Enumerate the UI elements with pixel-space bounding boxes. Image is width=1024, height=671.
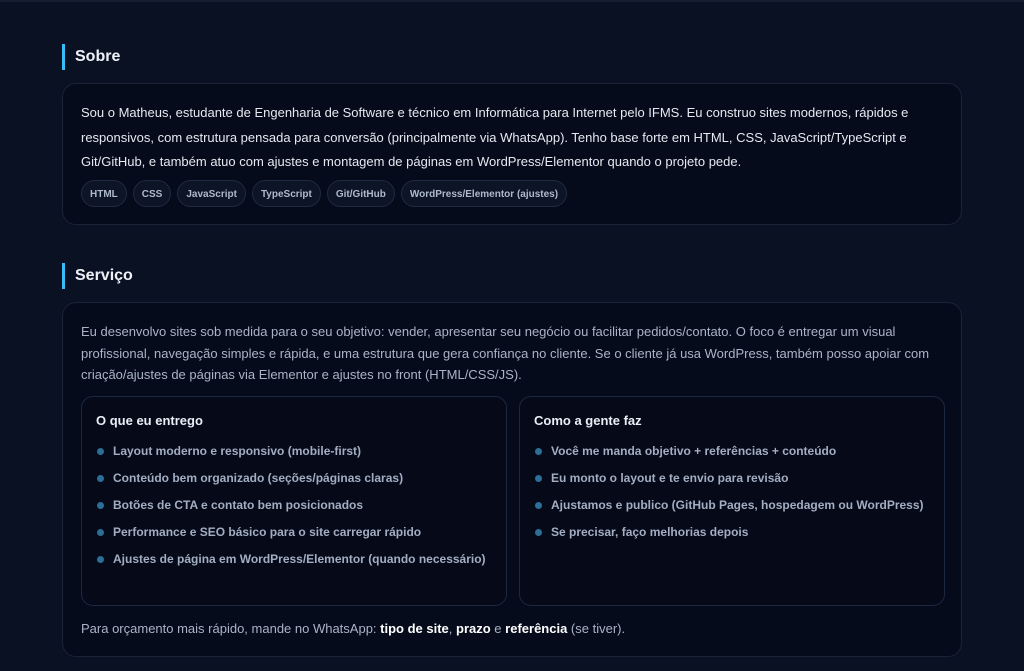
process-title: Como a gente faz (534, 413, 642, 428)
list-item-label: Ajustamos e publico (GitHub Pages, hospe… (551, 498, 924, 512)
list-item-label: Conteúdo bem organizado (seções/páginas … (113, 471, 404, 485)
list-item: Se precisar, faço melhorias depois (534, 523, 924, 542)
tag-css: CSS (132, 180, 172, 207)
note-prefix: Para orçamento mais rápido, mande no Wha… (81, 621, 381, 636)
tag-git-github: Git/GitHub (326, 180, 395, 207)
section-title-about: Sobre (62, 44, 120, 70)
service-card: Eu desenvolvo sites sob medida para o se… (62, 302, 962, 657)
bullet-icon (535, 529, 542, 536)
tag-typescript: TypeScript (251, 180, 321, 207)
list-item: Ajustes de página em WordPress/Elementor… (96, 550, 486, 569)
list-item-label: Se precisar, faço melhorias depois (551, 525, 749, 539)
list-item-label: Botões de CTA e contato bem posicionados (113, 498, 364, 512)
bullet-icon (97, 556, 104, 563)
list-item-label: Ajustes de página em WordPress/Elementor… (113, 552, 486, 566)
list-item: Você me manda objetivo + referências + c… (534, 442, 924, 461)
top-divider (0, 0, 1024, 2)
bullet-icon (97, 475, 104, 482)
note-term-site-type: tipo de site (380, 621, 449, 636)
list-item: Layout moderno e responsivo (mobile-firs… (96, 442, 486, 461)
deliverables-card: O que eu entrego Layout moderno e respon… (81, 396, 507, 606)
service-text: Eu desenvolvo sites sob medida para o se… (81, 324, 930, 382)
whatsapp-note: Para orçamento mais rápido, mande no Wha… (81, 619, 625, 639)
list-item: Eu monto o layout e te envio para revisã… (534, 469, 924, 488)
bullet-icon (535, 448, 542, 455)
note-separator: , (448, 621, 457, 636)
list-item-label: Eu monto o layout e te envio para revisã… (551, 471, 789, 485)
deliverables-list: Layout moderno e responsivo (mobile-firs… (96, 442, 486, 577)
list-item-label: Layout moderno e responsivo (mobile-firs… (113, 444, 362, 458)
tag-javascript: JavaScript (177, 180, 246, 207)
list-item: Ajustamos e publico (GitHub Pages, hospe… (534, 496, 924, 515)
bullet-icon (535, 502, 542, 509)
bullet-icon (97, 502, 104, 509)
note-term-deadline: prazo (456, 621, 491, 636)
tag-html: HTML (81, 180, 127, 207)
list-item-label: Você me manda objetivo + referências + c… (551, 444, 837, 458)
skill-tags: HTML CSS JavaScript TypeScript Git/GitHu… (81, 180, 568, 207)
process-card: Como a gente faz Você me manda objetivo … (519, 396, 945, 606)
bullet-icon (535, 475, 542, 482)
list-item-label: Performance e SEO básico para o site car… (113, 525, 422, 539)
list-item: Conteúdo bem organizado (seções/páginas … (96, 469, 486, 488)
deliverables-title: O que eu entrego (96, 413, 203, 428)
process-list: Você me manda objetivo + referências + c… (534, 442, 924, 550)
tag-wordpress-elementor: WordPress/Elementor (ajustes) (400, 180, 568, 207)
about-card: Sou o Matheus, estudante de Engenharia d… (62, 83, 962, 225)
note-term-reference: referência (505, 621, 568, 636)
section-title-service: Serviço (62, 263, 133, 289)
list-item: Performance e SEO básico para o site car… (96, 523, 486, 542)
list-item: Botões de CTA e contato bem posicionados (96, 496, 486, 515)
note-separator: e (490, 621, 506, 636)
note-suffix: (se tiver). (567, 621, 626, 636)
about-text: Sou o Matheus, estudante de Engenharia d… (81, 105, 909, 169)
bullet-icon (97, 529, 104, 536)
bullet-icon (97, 448, 104, 455)
